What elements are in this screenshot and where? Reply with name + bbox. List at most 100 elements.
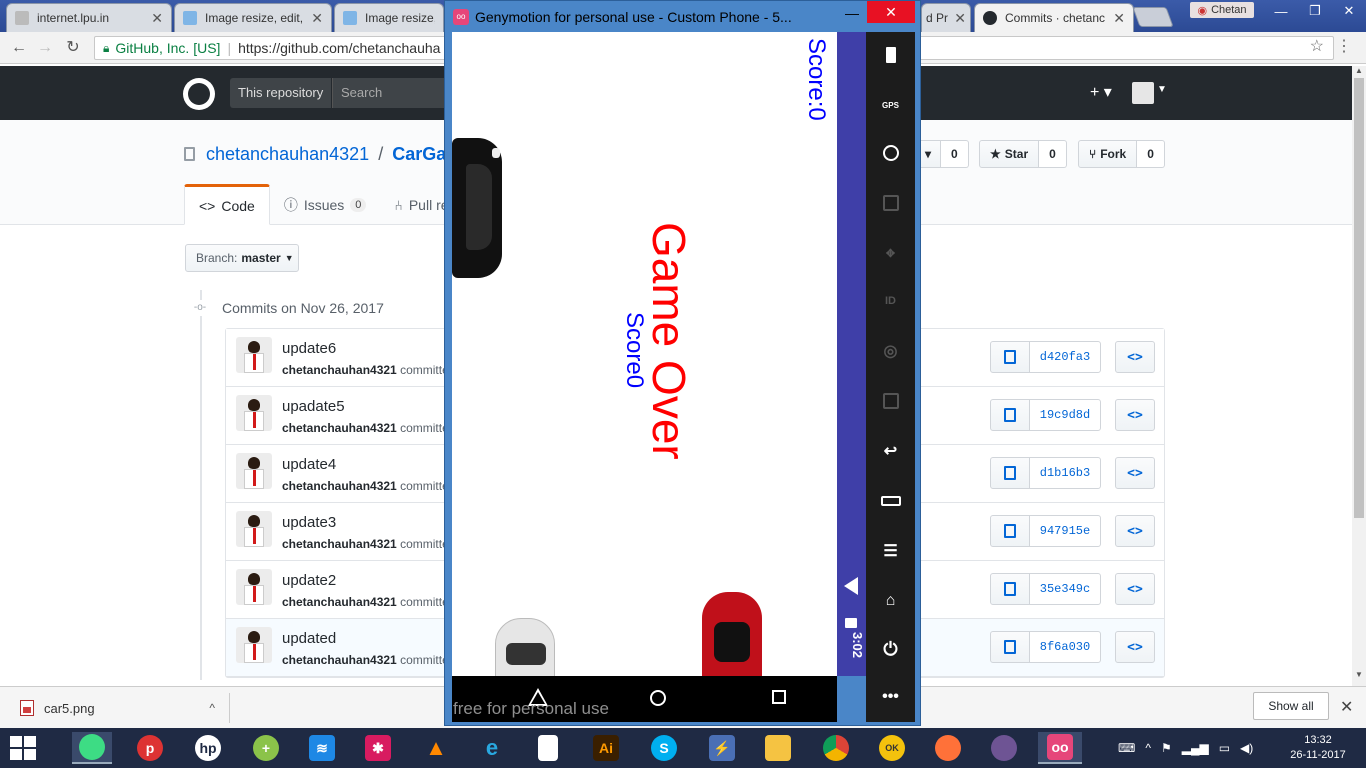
system-clock[interactable]: 13:32 26-11-2017	[1290, 733, 1346, 763]
chevron-up-icon[interactable]: ^	[209, 701, 215, 715]
copy-sha-button[interactable]	[990, 515, 1030, 547]
clapper-icon[interactable]	[876, 190, 905, 216]
avatar[interactable]	[236, 395, 272, 431]
commit-message[interactable]: update6	[282, 340, 336, 357]
copy-sha-button[interactable]	[990, 631, 1030, 663]
browse-code-button[interactable]: <>	[1115, 631, 1155, 663]
wifi-app-icon[interactable]: ≋	[302, 732, 342, 764]
id-icon[interactable]: ID	[876, 288, 905, 314]
window-close-icon[interactable]: ✕	[867, 1, 915, 23]
dpad-icon[interactable]: ✥	[876, 240, 905, 266]
android-studio-icon[interactable]	[72, 732, 112, 764]
repo-owner-link[interactable]: chetanchauhan4321	[206, 144, 369, 164]
copy-sha-button[interactable]	[990, 341, 1030, 373]
commit-message[interactable]: update2	[282, 572, 336, 589]
close-icon[interactable]: ✕	[1340, 697, 1353, 717]
back-icon[interactable]: ↩	[876, 438, 905, 464]
browse-code-button[interactable]: <>	[1115, 515, 1155, 547]
browse-code-button[interactable]: <>	[1115, 341, 1155, 373]
p-app-icon[interactable]: p	[130, 732, 170, 764]
scrollbar-thumb[interactable]	[1354, 78, 1364, 518]
commit-sha-link[interactable]: 19c9d8d	[1029, 399, 1101, 431]
power-icon[interactable]: ⏻	[876, 636, 905, 662]
hp-icon[interactable]: hp	[188, 732, 228, 764]
bookmark-star-icon[interactable]: ☆	[1310, 36, 1324, 56]
avatar[interactable]	[236, 627, 272, 663]
avatar[interactable]	[236, 511, 272, 547]
github-desktop-icon[interactable]	[984, 732, 1024, 764]
plus-app-icon[interactable]: +	[246, 732, 286, 764]
maximize-icon[interactable]: ❐	[1298, 0, 1332, 22]
browse-code-button[interactable]: <>	[1115, 399, 1155, 431]
chrome-icon[interactable]	[816, 732, 856, 764]
browse-code-button[interactable]: <>	[1115, 457, 1155, 489]
internet-explorer-icon[interactable]: e	[472, 732, 512, 764]
battery-icon[interactable]	[876, 42, 905, 68]
sms-icon[interactable]	[876, 388, 905, 414]
nav-home-icon[interactable]	[650, 690, 666, 706]
browser-tab-internet[interactable]: internet.lpu.in ✕	[6, 3, 172, 32]
commit-message[interactable]: update4	[282, 456, 336, 473]
home-icon[interactable]: ⌂	[876, 588, 905, 614]
avatar[interactable]	[236, 569, 272, 605]
battery-icon[interactable]: ▭	[1219, 741, 1230, 755]
star-count[interactable]: 0	[1039, 140, 1067, 168]
page-scrollbar[interactable]: ▲ ▼	[1352, 66, 1366, 686]
scroll-up-icon[interactable]: ▲	[1352, 66, 1366, 75]
chevron-up-icon[interactable]: ^	[1145, 741, 1151, 755]
commit-sha-link[interactable]: d420fa3	[1029, 341, 1101, 373]
ok-app-icon[interactable]: OK	[872, 732, 912, 764]
fork-button[interactable]: ⑂ Fork	[1078, 140, 1138, 168]
watch-count[interactable]: 0	[941, 140, 969, 168]
document-icon[interactable]	[528, 732, 568, 764]
scroll-down-icon[interactable]: ▼	[1352, 670, 1366, 679]
new-tab-button[interactable]	[1132, 7, 1174, 27]
avatar[interactable]	[1132, 82, 1154, 104]
menu-icon[interactable]: ☰	[876, 538, 905, 564]
close-icon[interactable]: ✕	[1113, 10, 1125, 27]
network-app-icon[interactable]: ⚡	[702, 732, 742, 764]
close-icon[interactable]: ✕	[954, 10, 966, 27]
tab-code[interactable]: <> Code	[184, 184, 270, 225]
cast-icon[interactable]: ◎	[876, 338, 905, 364]
commit-author[interactable]: chetanchauhan4321	[282, 537, 397, 551]
minimize-icon[interactable]: —	[1264, 0, 1298, 22]
skype-icon[interactable]: S	[644, 732, 684, 764]
fork-count[interactable]: 0	[1137, 140, 1165, 168]
github-logo-icon[interactable]	[183, 78, 215, 110]
commit-message[interactable]: upadate5	[282, 398, 345, 415]
commit-sha-link[interactable]: 947915e	[1029, 515, 1101, 547]
forward-arrow-icon[interactable]: →	[34, 38, 56, 58]
back-arrow-icon[interactable]: ←	[8, 38, 30, 58]
commit-message[interactable]: update3	[282, 514, 336, 531]
search-input[interactable]: Search	[332, 78, 452, 108]
minimize-icon[interactable]: —	[845, 5, 859, 21]
commit-sha-link[interactable]: 8f6a030	[1029, 631, 1101, 663]
phone-screen[interactable]: Score:0 Game Over Score0	[452, 32, 837, 676]
illustrator-icon[interactable]: Ai	[586, 732, 626, 764]
avatar[interactable]	[236, 453, 272, 489]
show-all-button[interactable]: Show all	[1253, 692, 1329, 720]
keyboard-icon[interactable]: ⌨	[1118, 741, 1135, 755]
chevron-down-icon[interactable]: ▼	[1157, 84, 1167, 95]
search-scope[interactable]: This repository	[230, 78, 332, 108]
commit-author[interactable]: chetanchauhan4321	[282, 363, 397, 377]
genymotion-taskbar-icon[interactable]: oo	[1038, 732, 1082, 764]
commit-message[interactable]: updated	[282, 630, 336, 647]
reload-icon[interactable]: ↻	[62, 38, 84, 58]
recent-apps-icon[interactable]	[876, 488, 905, 514]
browser-tab-image-resize-1[interactable]: Image resize, edit, ✕	[174, 3, 332, 32]
commit-author[interactable]: chetanchauhan4321	[282, 479, 397, 493]
commit-sha-link[interactable]: 35e349c	[1029, 573, 1101, 605]
download-item[interactable]: car5.png ^	[12, 693, 230, 723]
avatar[interactable]	[236, 337, 272, 373]
copy-sha-button[interactable]	[990, 457, 1030, 489]
window-close-icon[interactable]: ✕	[1332, 0, 1366, 22]
commit-author[interactable]: chetanchauhan4321	[282, 421, 397, 435]
chrome-menu-icon[interactable]: ⋮	[1336, 36, 1352, 56]
webcam-icon[interactable]	[876, 140, 905, 166]
plus-icon[interactable]: + ▾	[1090, 82, 1112, 102]
firefox-icon[interactable]	[928, 732, 968, 764]
branch-select[interactable]: Branch: master ▼	[185, 244, 299, 272]
gps-icon[interactable]: GPS	[876, 92, 905, 118]
